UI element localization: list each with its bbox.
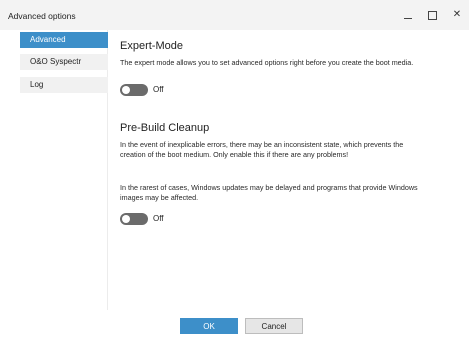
pre-build-cleanup-toggle[interactable] — [120, 213, 148, 225]
maximize-button[interactable] — [424, 7, 442, 23]
window-title: Advanced options — [8, 11, 76, 21]
sidebar-item-log[interactable]: Log — [20, 77, 108, 93]
pre-build-cleanup-title: Pre-Build Cleanup — [120, 122, 210, 134]
minimize-icon — [404, 18, 412, 19]
pre-build-cleanup-description: In the event of inexplicable errors, the… — [120, 140, 404, 159]
expert-mode-toggle-label: Off — [153, 85, 164, 94]
advanced-options-window: Advanced options ✕ Advanced O&O Syspectr… — [0, 0, 469, 340]
sidebar-item-advanced[interactable]: Advanced — [20, 32, 108, 48]
pre-build-cleanup-note: In the rarest of cases, Windows updates … — [120, 183, 418, 202]
sidebar-item-oo-syspectr[interactable]: O&O Syspectr — [20, 54, 108, 70]
toggle-knob — [122, 215, 130, 223]
minimize-button[interactable] — [399, 7, 417, 23]
maximize-icon — [428, 11, 437, 20]
expert-mode-title: Expert-Mode — [120, 40, 183, 52]
pre-build-cleanup-toggle-label: Off — [153, 214, 164, 223]
expert-mode-toggle[interactable] — [120, 84, 148, 96]
expert-mode-description: The expert mode allows you to set advanc… — [120, 58, 414, 67]
toggle-knob — [122, 86, 130, 94]
close-button[interactable]: ✕ — [448, 7, 466, 23]
ok-button[interactable]: OK — [180, 318, 238, 334]
cancel-button[interactable]: Cancel — [245, 318, 303, 334]
title-bar[interactable]: Advanced options ✕ — [0, 0, 469, 30]
sidebar: Advanced O&O Syspectr Log — [16, 30, 108, 310]
close-icon: ✕ — [452, 9, 462, 20]
dialog-footer: OK Cancel — [0, 310, 469, 340]
